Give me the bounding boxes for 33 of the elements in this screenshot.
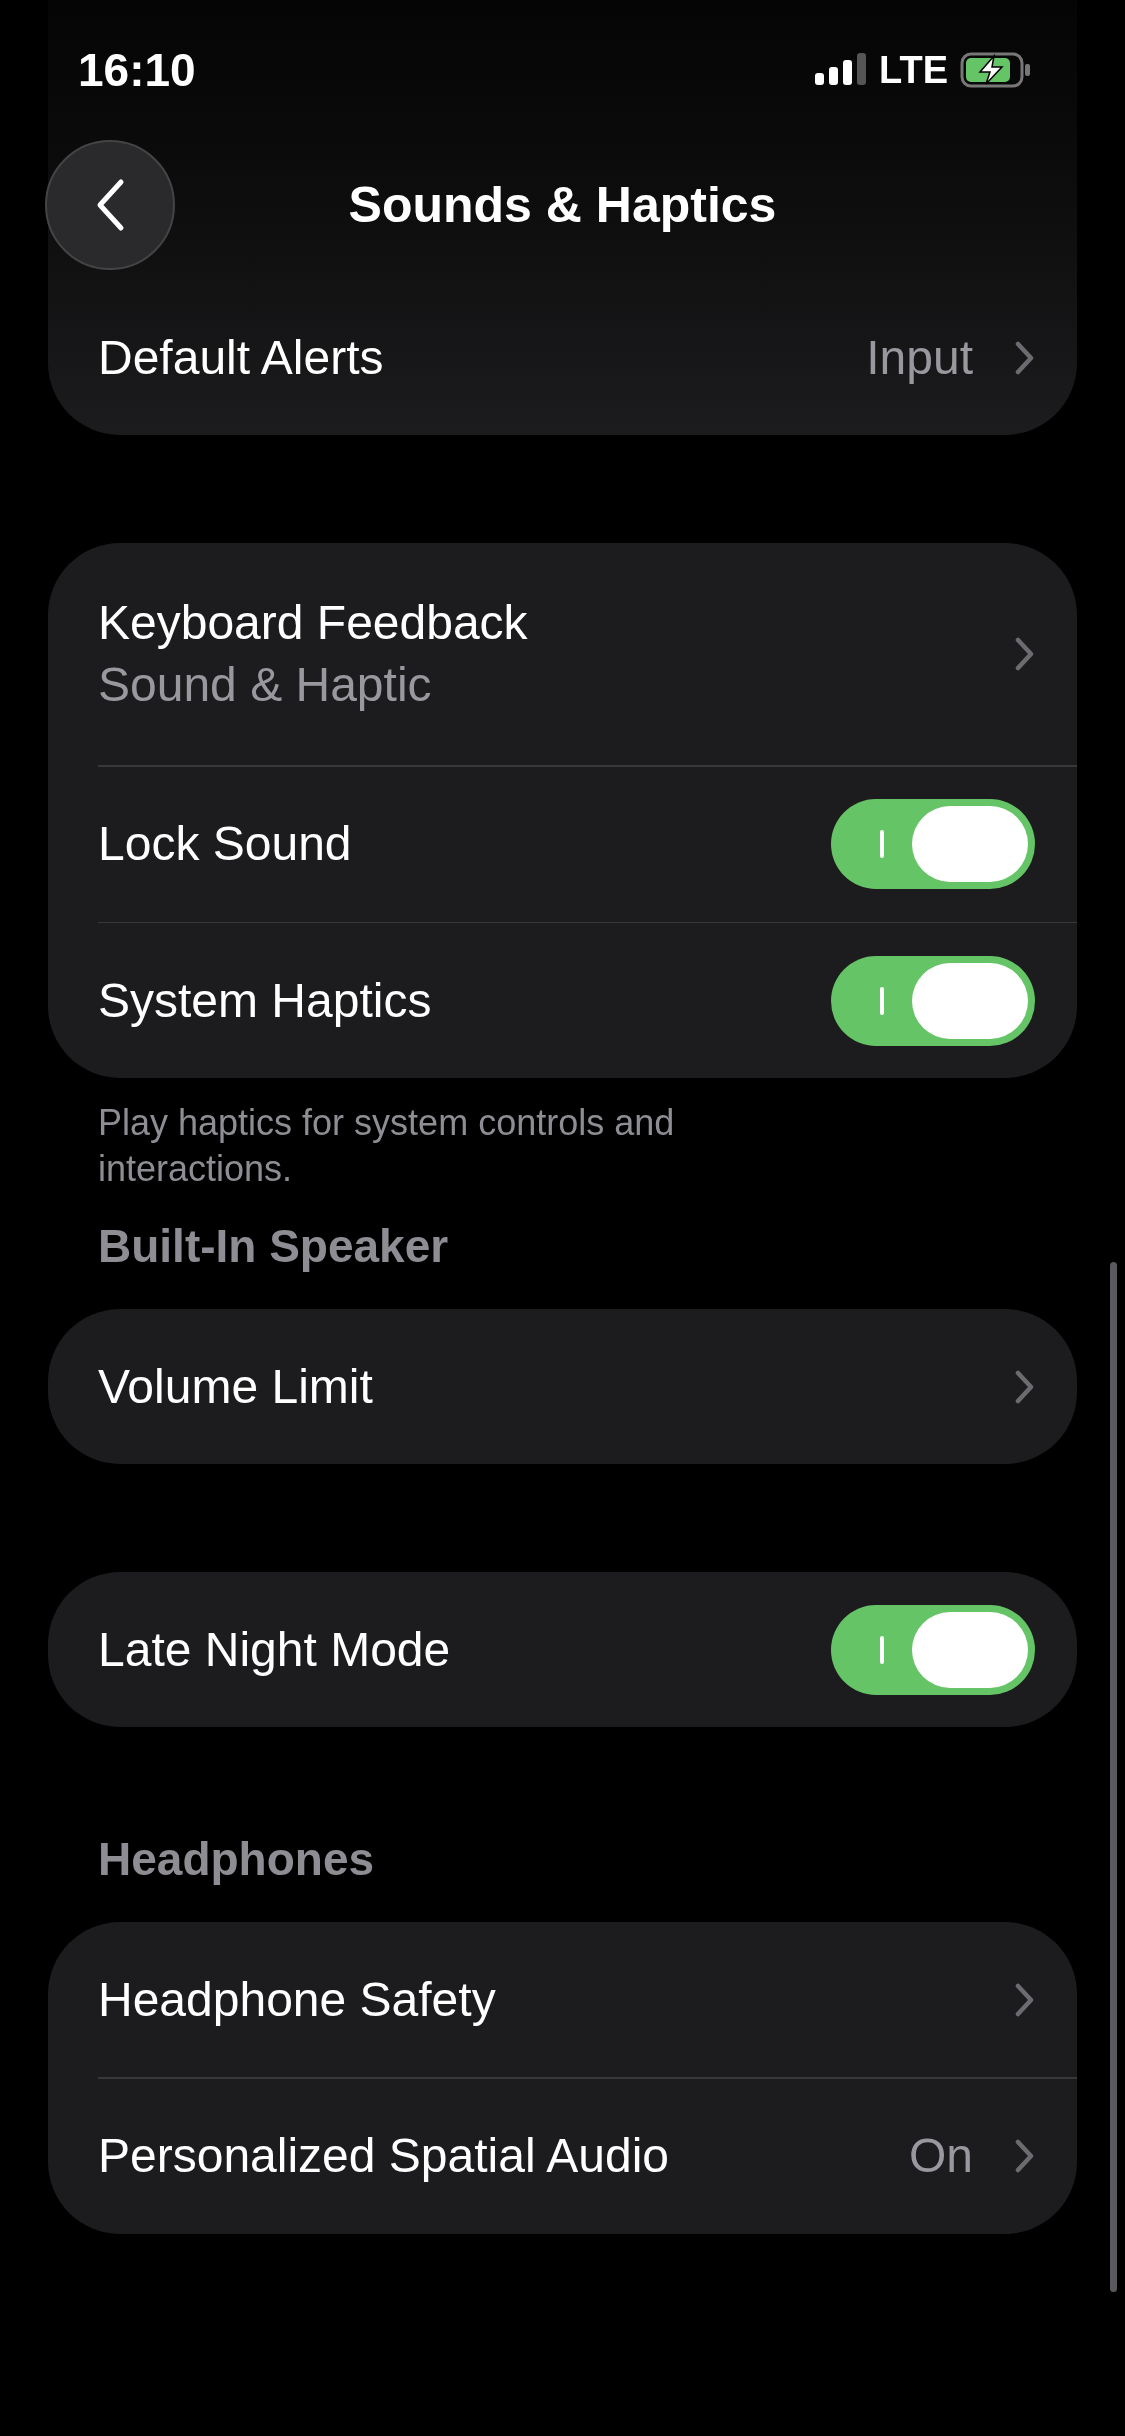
chevron-icon — [1015, 1982, 1035, 2017]
row-value: Input — [866, 333, 973, 382]
settings-row[interactable]: Headphone Safety — [48, 1922, 1077, 2077]
settings-row[interactable]: Late Night Mode — [48, 1572, 1077, 1727]
section-footer: Play haptics for system controls and interactions. — [98, 1100, 825, 1192]
chevron-icon — [1015, 2139, 1035, 2173]
row-label: Headphone Safety — [98, 1975, 497, 2024]
battery-charging-icon — [960, 52, 1032, 88]
row-label: Volume Limit — [98, 1362, 374, 1411]
settings-row[interactable]: Personalized Spatial Audio On — [48, 2078, 1077, 2234]
page-title: Sounds & Haptics — [348, 175, 777, 235]
row-label: Keyboard Feedback — [98, 599, 529, 647]
row-label: Default Alerts — [98, 333, 385, 382]
chevron-icon — [1015, 340, 1035, 375]
chevron-icon — [1015, 637, 1035, 671]
back-icon — [95, 178, 125, 232]
settings-row[interactable]: Default Alerts Input — [48, 280, 1077, 435]
row-label: System Haptics — [98, 976, 433, 1025]
network-label: LTE — [879, 47, 948, 93]
settings-row[interactable]: Lock Sound — [48, 766, 1077, 922]
chevron-icon — [1015, 1369, 1035, 1404]
signal-icon — [815, 53, 868, 87]
settings-row[interactable]: System Haptics — [48, 923, 1077, 1078]
row-label: Lock Sound — [98, 820, 353, 868]
row-value: On — [908, 2132, 973, 2180]
section-header: Headphones — [98, 1832, 376, 1887]
row-label: Personalized Spatial Audio — [98, 2132, 671, 2180]
row-subtitle: Sound & Haptic — [98, 661, 433, 709]
status-time: 16:10 — [78, 42, 196, 98]
settings-row[interactable]: Keyboard Feedback Sound & Haptic — [48, 543, 1077, 765]
settings-row[interactable]: Volume Limit — [48, 1309, 1077, 1464]
section-header: Built-In Speaker — [98, 1219, 450, 1274]
row-label: Late Night Mode — [98, 1625, 452, 1674]
